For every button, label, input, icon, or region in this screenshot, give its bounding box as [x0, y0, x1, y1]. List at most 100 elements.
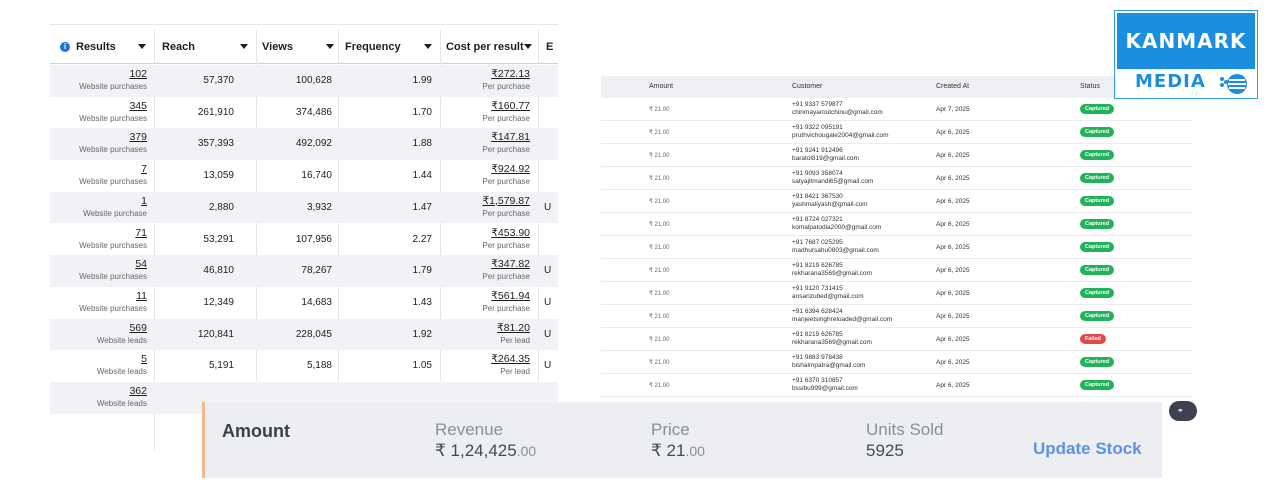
table-row[interactable]: 7 Website purchases 13,059 16,740 1.44 ₹924.9…	[50, 160, 558, 192]
caret-down-icon[interactable]	[524, 44, 532, 49]
created-date: Apr 6, 2025	[936, 290, 970, 297]
revenue-amount: ₹ 1,24,425	[435, 441, 517, 460]
payment-row[interactable]: ₹ 21.00 +91 6370 310857 bssibu999@gmail.co…	[601, 374, 1192, 397]
cost-link[interactable]: ₹1,579.87	[445, 195, 530, 207]
status-badge: Captured	[1080, 380, 1115, 390]
column-header-cost-per-result[interactable]: Cost per result	[446, 30, 540, 64]
payment-amount: ₹ 21.00	[649, 360, 670, 366]
cost-link[interactable]: ₹453.90	[445, 227, 530, 239]
column-header-views[interactable]: Views	[262, 30, 342, 64]
table-row[interactable]: 54 Website purchases 46,810 78,267 1.79 ₹347.…	[50, 255, 558, 287]
table-row[interactable]: 345 Website purchases 261,910 374,486 1.70 ₹1…	[50, 97, 558, 129]
customer-email: pruthvichougale2004@gmail.com	[792, 132, 889, 139]
created-date: Apr 6, 2025	[936, 221, 970, 228]
column-header-reach[interactable]: Reach	[162, 30, 256, 64]
payment-row[interactable]: ₹ 21.00 +91 6394 628424 manjeetsinghreload…	[601, 305, 1192, 328]
cost-cell: ₹561.94 Per purchase	[445, 290, 530, 313]
update-stock-button[interactable]: Update Stock	[1033, 439, 1142, 459]
results-cell: 102 Website purchases	[50, 68, 147, 91]
frequency-cell: 1.70	[412, 106, 432, 118]
payment-row[interactable]: ₹ 21.00 +91 9337 579877 chinmayaroutchinu@…	[601, 98, 1192, 121]
column-header-frequency[interactable]: Frequency	[345, 30, 440, 64]
customer-phone: +91 6394 628424	[792, 308, 843, 315]
results-link[interactable]: 379	[50, 131, 147, 143]
payment-row[interactable]: ₹ 21.00 +91 8724 027321 komalpatodia2000@g…	[601, 213, 1192, 236]
results-type: Website purchases	[79, 272, 147, 282]
help-button[interactable]: ⚭	[1169, 401, 1197, 421]
created-date: Apr 6, 2025	[936, 129, 970, 136]
views-cell: 5,188	[306, 360, 332, 372]
customer-phone: +91 9120 731415	[792, 285, 843, 292]
results-cell: 345 Website purchases	[50, 100, 147, 123]
customer-email: manjeetsinghreloaded@gmail.com	[792, 316, 893, 323]
customer-email: baratol819@gmail.com	[792, 155, 859, 162]
payment-row[interactable]: ₹ 21.00 +91 8219 626785 rekharana3569@gmai…	[601, 259, 1192, 282]
table-row[interactable]: 71 Website purchases 53,291 107,956 2.27 ₹453…	[50, 224, 558, 256]
table-row[interactable]: 379 Website purchases 357,393 492,092 1.88 ₹1…	[50, 128, 558, 161]
results-link[interactable]: 71	[50, 227, 147, 239]
caret-down-icon[interactable]	[138, 44, 146, 49]
results-link[interactable]: 54	[50, 258, 147, 270]
payment-row[interactable]: ₹ 21.00 +91 7687 025295 madhursahu0803@gma…	[601, 236, 1192, 259]
payment-row[interactable]: ₹ 21.00 +91 9322 095191 pruthvichougale200…	[601, 121, 1192, 144]
payment-row[interactable]: ₹ 21.00 +91 9241 912496 baratol819@gmail.c…	[601, 144, 1192, 167]
status-badge: Captured	[1080, 265, 1115, 275]
caret-down-icon[interactable]	[424, 44, 432, 49]
units-sold-label: Units Sold	[866, 420, 944, 439]
cost-link[interactable]: ₹147.81	[445, 131, 530, 143]
created-date: Apr 7, 2025	[936, 106, 970, 113]
customer-email: komalpatodia2000@gmail.com	[792, 224, 882, 231]
results-link[interactable]: 11	[50, 290, 147, 302]
views-cell: 374,486	[295, 106, 332, 118]
caret-down-icon[interactable]	[240, 44, 248, 49]
results-cell: 71 Website purchases	[50, 227, 147, 250]
table-row[interactable]: 1 Website purchase 2,880 3,932 1.47 ₹1,579.87…	[50, 191, 558, 224]
caret-down-icon[interactable]	[326, 44, 334, 49]
results-link[interactable]: 7	[50, 163, 147, 175]
results-link[interactable]: 5	[50, 353, 147, 365]
cost-link[interactable]: ₹272.13	[445, 68, 530, 80]
payment-row[interactable]: ₹ 21.00 +91 8219 626785 rekharana3569@gmai…	[601, 328, 1192, 351]
payment-amount: ₹ 21.00	[649, 130, 670, 136]
table-row[interactable]: 11 Website purchases 12,349 14,683 1.43 ₹561.…	[50, 287, 558, 319]
results-link[interactable]: 102	[50, 68, 147, 80]
results-link[interactable]: 362	[50, 385, 147, 397]
results-type: Website purchases	[79, 82, 147, 91]
price-label: Price	[651, 420, 690, 439]
cost-link[interactable]: ₹160.77	[445, 100, 530, 112]
cost-link[interactable]: ₹924.92	[445, 163, 530, 175]
payment-row[interactable]: ₹ 21.00 +91 9120 731415 ansarizubed@gmail.…	[601, 282, 1192, 305]
payment-row[interactable]: ₹ 21.00 +91 8421 367530 yashmaliyash@gmail…	[601, 190, 1192, 213]
frequency-cell: 1.99	[412, 75, 432, 86]
customer-phone: +91 9093 358074	[792, 170, 843, 177]
results-type: Website purchases	[79, 240, 147, 250]
kanmark-media-logo: KANMARK MEDIA	[1114, 10, 1258, 99]
customer-email: bssibu999@gmail.com	[792, 385, 858, 392]
customer-phone: +91 6370 310857	[792, 377, 843, 384]
reach-cell: 13,059	[203, 170, 234, 182]
payment-row[interactable]: ₹ 21.00 +91 9883 978438 bishalmpatra@gmail…	[601, 351, 1192, 374]
customer-email: madhursahu0803@gmail.com	[792, 247, 879, 254]
results-link[interactable]: 1	[50, 195, 147, 207]
reach-cell: 357,393	[197, 138, 234, 150]
status-badge: Failed	[1080, 334, 1106, 344]
table-row[interactable]: 5 Website leads 5,191 5,188 1.05 ₹264.35 Per l…	[50, 350, 558, 382]
payment-row[interactable]: ₹ 21.00 +91 9093 358074 satyajitmandi65@gm…	[601, 167, 1192, 190]
table-row[interactable]: 569 Website leads 120,841 228,045 1.92 ₹81.20…	[50, 318, 558, 351]
views-cell: 100,628	[295, 75, 332, 86]
cost-link[interactable]: ₹347.82	[445, 258, 530, 270]
column-header-results[interactable]: i Results	[60, 30, 154, 64]
extra-cell: U	[544, 265, 552, 277]
status-badge: Captured	[1080, 173, 1115, 183]
cost-link[interactable]: ₹81.20	[445, 322, 530, 334]
column-header-e[interactable]: E	[546, 30, 558, 64]
results-link[interactable]: 345	[50, 100, 147, 112]
status-badge: Captured	[1080, 127, 1115, 137]
table-row[interactable]: 102 Website purchases 57,370 100,628 1.99 ₹27…	[50, 65, 558, 97]
results-link[interactable]: 569	[50, 322, 147, 334]
cost-unit: Per purchase	[482, 240, 530, 250]
cost-link[interactable]: ₹561.94	[445, 290, 530, 302]
cost-link[interactable]: ₹264.35	[445, 353, 530, 365]
info-icon[interactable]: i	[60, 42, 70, 52]
cost-cell: ₹1,579.87 Per purchase	[445, 195, 530, 218]
